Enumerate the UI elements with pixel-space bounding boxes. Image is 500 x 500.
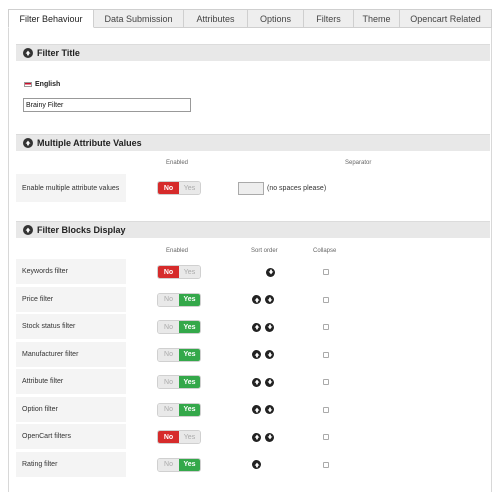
- toggle-yes[interactable]: Yes: [179, 376, 200, 388]
- filter-block-label: OpenCart filters: [16, 424, 126, 449]
- arrow-down-icon[interactable]: [265, 377, 274, 387]
- tab-bar: Filter Behaviour Data Submission Attribu…: [8, 9, 492, 28]
- tab-options[interactable]: Options: [248, 9, 304, 28]
- filter-block-enable-toggle[interactable]: No Yes: [157, 402, 201, 417]
- collapse-checkbox[interactable]: [323, 324, 329, 330]
- collapse-checkbox[interactable]: [323, 269, 329, 275]
- toggle-no[interactable]: No: [158, 293, 179, 306]
- filter-block-enable-toggle[interactable]: No Yes: [157, 292, 201, 307]
- arrow-down-icon[interactable]: [265, 405, 274, 414]
- toggle-yes[interactable]: Yes: [179, 321, 200, 333]
- collapse-checkbox[interactable]: [323, 434, 329, 440]
- column-header-separator: Separator: [345, 160, 372, 166]
- filter-block-enable-toggle[interactable]: No Yes: [157, 320, 201, 334]
- filter-title-input[interactable]: Brainy Filter: [23, 98, 191, 112]
- arrow-up-icon[interactable]: [252, 350, 261, 359]
- tab-filter-behaviour[interactable]: Filter Behaviour: [8, 9, 94, 28]
- language-label: English: [35, 81, 61, 88]
- filter-block-enable-toggle[interactable]: No Yes: [157, 430, 201, 444]
- toggle-yes[interactable]: Yes: [179, 431, 200, 443]
- column-header-sort-order: Sort order: [251, 248, 278, 254]
- toggle-yes[interactable]: Yes: [179, 266, 200, 278]
- filter-block-label: Option filter: [16, 396, 126, 422]
- filter-block-label: Price filter: [16, 286, 126, 312]
- tab-filters[interactable]: Filters: [304, 9, 354, 28]
- toggle-no[interactable]: No: [158, 458, 179, 471]
- tab-theme[interactable]: Theme: [354, 9, 400, 28]
- arrow-down-icon[interactable]: [265, 350, 274, 359]
- section-title: Filter Blocks Display: [37, 225, 126, 235]
- toggle-no[interactable]: No: [158, 321, 179, 333]
- column-header-enabled: Enabled: [166, 160, 189, 166]
- column-header-enabled: Enabled: [166, 248, 189, 254]
- toggle-no[interactable]: No: [158, 348, 179, 361]
- column-header-collapse: Collapse: [313, 248, 337, 254]
- section-header-filter-title[interactable]: Filter Title: [16, 44, 490, 61]
- arrow-down-icon[interactable]: [266, 267, 275, 277]
- arrow-up-icon[interactable]: [252, 460, 261, 469]
- tab-attributes[interactable]: Attributes: [184, 9, 248, 28]
- toggle-yes[interactable]: Yes: [179, 458, 200, 471]
- up-arrow-circle-icon[interactable]: [23, 48, 33, 58]
- multiple-attribute-toggle[interactable]: No Yes: [157, 181, 201, 195]
- filter-block-enable-toggle[interactable]: No Yes: [157, 265, 201, 279]
- collapse-checkbox[interactable]: [323, 296, 329, 303]
- arrow-up-icon[interactable]: [252, 405, 261, 414]
- filter-block-enable-toggle[interactable]: No Yes: [157, 375, 201, 389]
- arrow-up-icon[interactable]: [252, 377, 261, 387]
- arrow-down-icon[interactable]: [265, 295, 274, 304]
- section-title: Multiple Attribute Values: [37, 138, 142, 148]
- tab-data-submission[interactable]: Data Submission: [94, 9, 184, 28]
- toggle-yes[interactable]: Yes: [179, 403, 200, 416]
- filter-block-label: Rating filter: [16, 451, 126, 477]
- collapse-checkbox[interactable]: [323, 461, 329, 468]
- toggle-no[interactable]: No: [158, 266, 179, 278]
- section-title: Filter Title: [37, 48, 80, 58]
- filter-block-enable-toggle[interactable]: No Yes: [157, 457, 201, 472]
- toggle-yes[interactable]: Yes: [179, 348, 200, 361]
- section-header-filter-blocks[interactable]: Filter Blocks Display: [16, 221, 490, 238]
- arrow-down-icon[interactable]: [265, 432, 274, 442]
- filter-block-label: Manufacturer filter: [16, 341, 126, 367]
- up-arrow-circle-icon[interactable]: [23, 225, 33, 235]
- arrow-up-icon[interactable]: [252, 295, 261, 304]
- toggle-no[interactable]: No: [158, 431, 179, 443]
- collapse-checkbox[interactable]: [323, 379, 329, 385]
- up-arrow-circle-icon[interactable]: [23, 138, 33, 148]
- filter-block-label: Attribute filter: [16, 369, 126, 394]
- collapse-checkbox[interactable]: [323, 406, 329, 413]
- toggle-no[interactable]: No: [158, 403, 179, 416]
- toggle-no[interactable]: No: [158, 182, 179, 194]
- arrow-up-icon[interactable]: [252, 322, 261, 332]
- row-label-multiple-attribute: Enable multiple attribute values: [16, 174, 126, 202]
- arrow-down-icon[interactable]: [265, 322, 274, 332]
- filter-block-label: Stock status filter: [16, 314, 126, 339]
- collapse-checkbox[interactable]: [323, 351, 329, 358]
- toggle-yes[interactable]: Yes: [179, 182, 200, 194]
- filter-block-label: Keywords filter: [16, 259, 126, 284]
- toggle-no[interactable]: No: [158, 376, 179, 388]
- separator-input[interactable]: [238, 182, 264, 195]
- uk-flag-icon: [24, 82, 32, 87]
- toggle-yes[interactable]: Yes: [179, 293, 200, 306]
- tab-opencart-related[interactable]: Opencart Related: [400, 9, 492, 28]
- separator-hint: (no spaces please): [267, 185, 327, 192]
- arrow-up-icon[interactable]: [252, 432, 261, 442]
- section-header-multiple-attribute[interactable]: Multiple Attribute Values: [16, 134, 490, 151]
- filter-block-enable-toggle[interactable]: No Yes: [157, 347, 201, 362]
